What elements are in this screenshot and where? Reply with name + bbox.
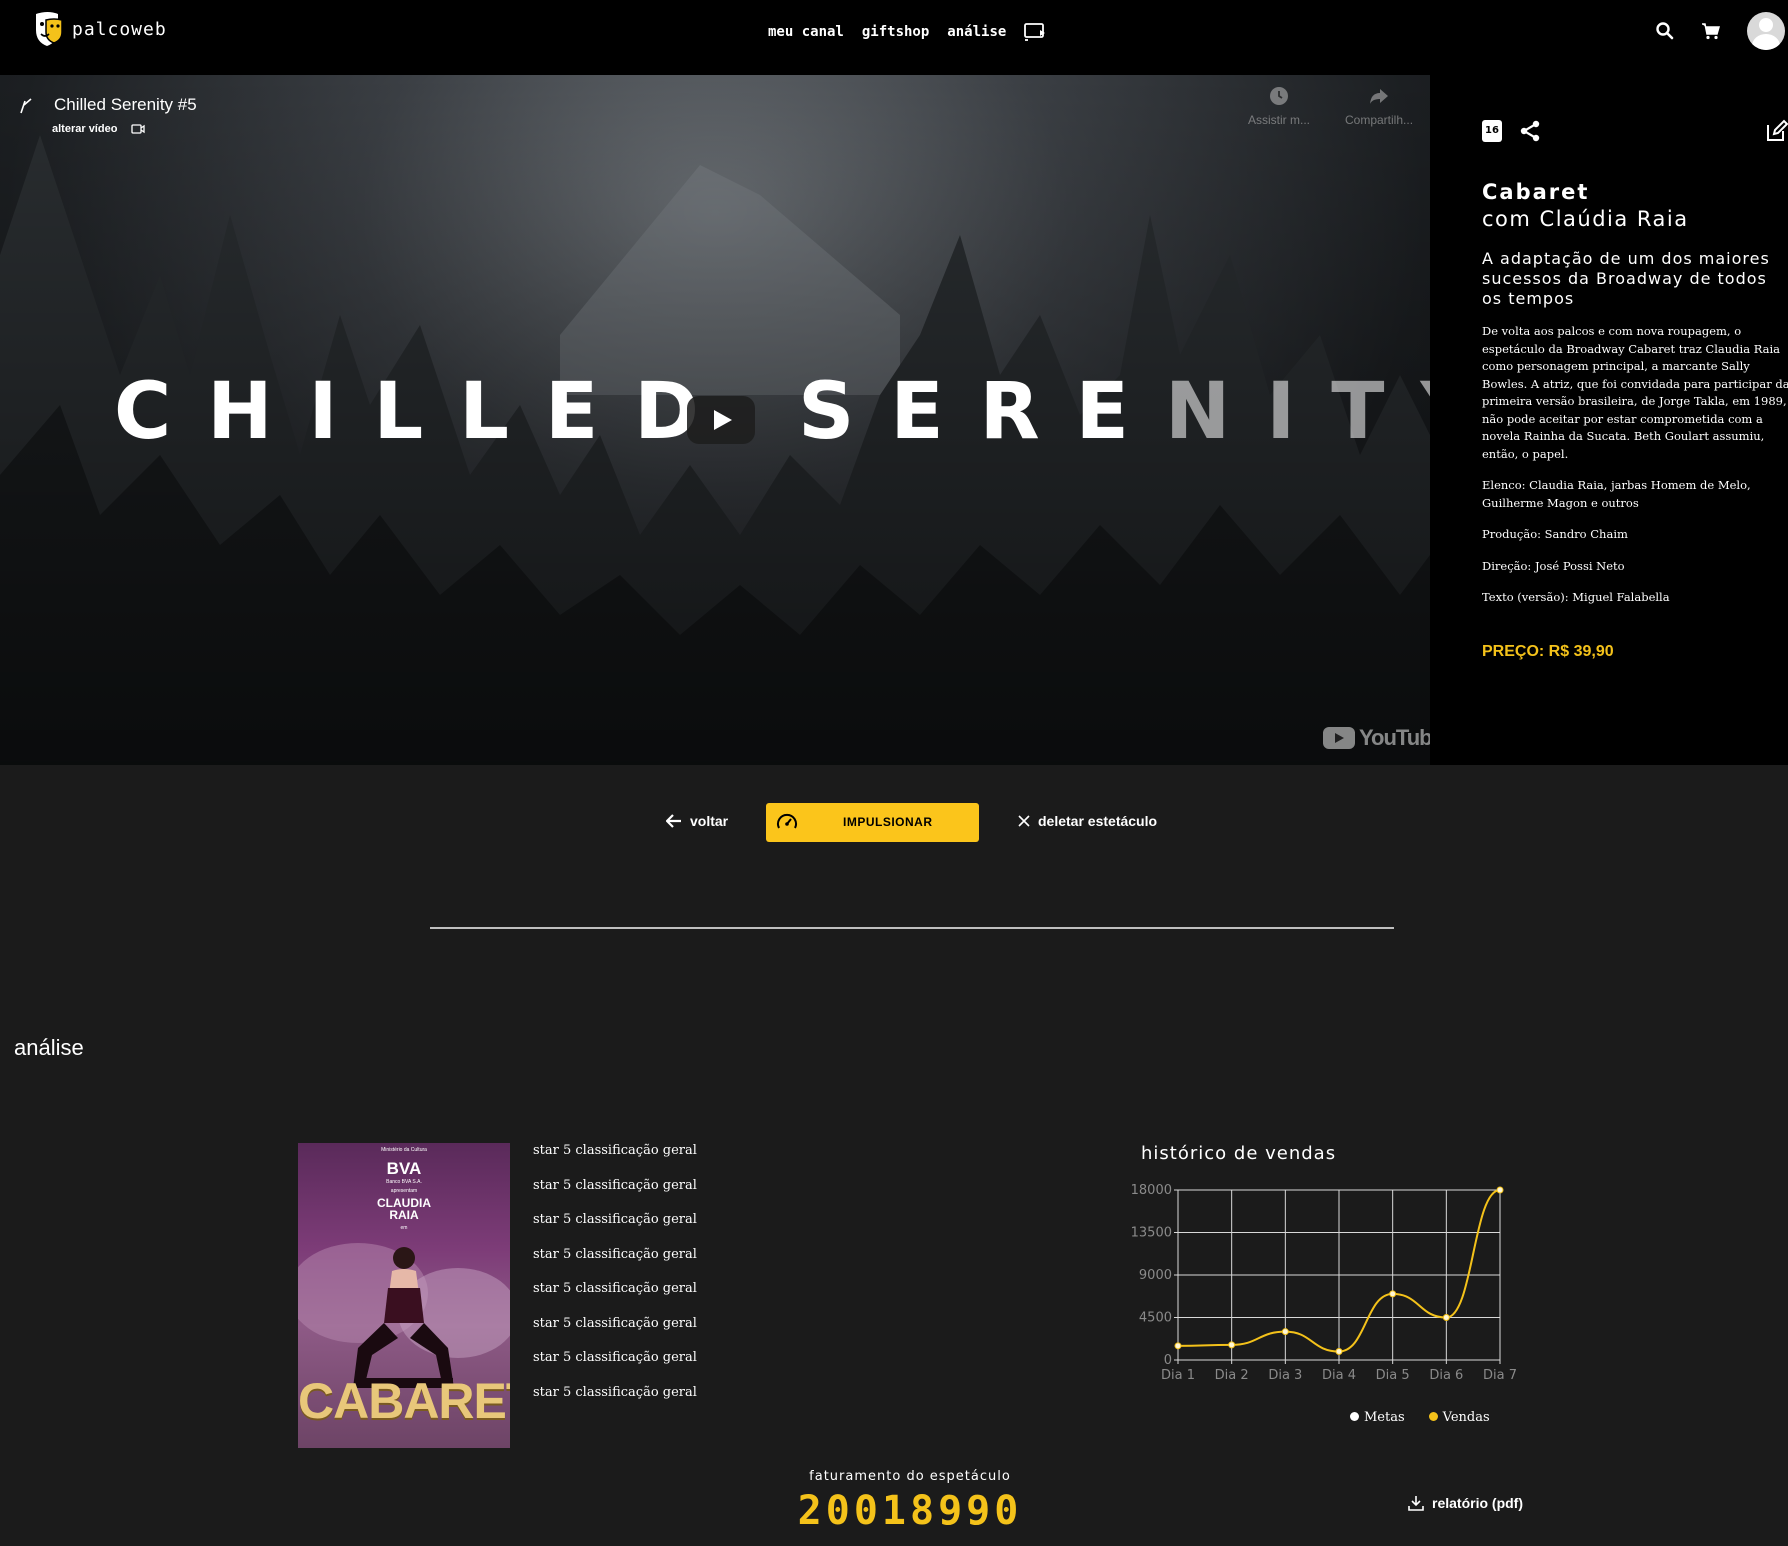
age-rating-badge: 16 [1482,120,1502,142]
x-tick-label: Dia 6 [1429,1368,1463,1383]
delete-label: deletar estetáculo [1038,813,1158,829]
price: PREÇO: R$ 39,90 [1482,643,1614,660]
cart-icon[interactable] [1701,21,1721,41]
data-point-vendas [1442,1314,1450,1321]
direction-text: Direção: José Possi Neto [1482,558,1625,573]
data-point-vendas [1281,1328,1289,1336]
revenue-label: faturamento do espetáculo [809,1469,1011,1484]
video-camera-icon[interactable] [131,123,145,135]
show-description: De volta aos palcos e com nova roupagem,… [1482,323,1788,621]
search-icon[interactable] [1655,21,1675,41]
watch-later-label: Assistir m... [1248,113,1310,127]
clock-icon [1270,87,1288,105]
delete-show-button[interactable]: deletar estetáculo [1018,813,1157,829]
close-icon [1018,815,1030,827]
rating-item: star 5 classificação geral [533,1350,697,1365]
share-arrow-icon [1370,89,1389,104]
data-point-vendas [1174,1342,1182,1350]
avatar[interactable] [1747,12,1785,50]
y-tick-label: 4500 [1139,1311,1172,1326]
data-point-vendas [1496,1186,1504,1194]
arrow-left-icon [666,814,681,828]
x-tick-label: Dia 5 [1376,1368,1410,1383]
analysis-section-title: análise [14,1035,84,1060]
channel-logo-icon [20,98,32,114]
overlay-word-1: CHILLED [114,367,735,457]
video-title[interactable]: Chilled Serenity #5 [54,95,197,115]
report-label: relatório (pdf) [1432,1495,1523,1511]
nav-link-giftshop[interactable]: giftshop [862,24,929,40]
rating-item: star 5 classificação geral [533,1246,697,1262]
legend-label-vendas: Vendas [1442,1410,1490,1425]
share-video-label: Compartilh... [1345,113,1414,127]
download-icon [1408,1496,1424,1511]
youtube-wordmark: YouTube [1359,725,1430,750]
video-player[interactable]: Chilled Serenity #5 alterar vídeo Assist… [0,75,1430,765]
rating-item: star 5 classificação geral [533,1177,697,1193]
chart-title: histórico de vendas [1141,1143,1337,1164]
brand-name: palcoweb [72,18,167,40]
edit-icon[interactable] [1764,119,1788,143]
show-title: Cabaret [1482,180,1590,204]
nav-link-analise[interactable]: análise [947,24,1006,40]
data-point-vendas [1389,1290,1397,1298]
rating-item: star 5 classificação geral [533,1212,697,1227]
sales-history-chart: 0 4500 9000 13500 18000 Dia 1 Dia 2 Dia 3 Dia 4 D… [1131,1183,1517,1383]
alter-video-link[interactable]: alterar vídeo [52,123,117,135]
report-pdf-button[interactable]: relatório (pdf) [1408,1495,1523,1511]
rating-item: star 5 classificação geral [533,1281,697,1296]
watch-later-button[interactable]: Assistir m... [1248,85,1310,127]
rating-item: star 5 classificação geral [533,1315,697,1331]
cast-icon[interactable] [1024,22,1046,42]
theater-mask-icon [36,12,63,46]
description-text: De volta aos palcos e com nova roupagem,… [1482,324,1788,461]
rating-item: star 5 classificação geral [533,1143,697,1158]
ratings-list: star 5 classificação geral star 5 classi… [533,1140,697,1416]
speedometer-icon [777,813,797,829]
x-tick-label: Dia 3 [1268,1368,1302,1383]
rating-item: star 5 classificação geral [533,1384,697,1400]
show-info-panel: 16 Cabaret com Claúdia Raia A adaptação … [1430,75,1788,765]
cast-text: Elenco: Claudia Raia, jarbas Homem de Me… [1482,478,1751,510]
y-tick-label: 9000 [1139,1268,1172,1283]
y-tick-label: 18000 [1131,1183,1172,1198]
show-poster: Ministério da Cultura BVA Banco BVA S.A.… [298,1143,510,1448]
overlay-word-3: NITY [1164,367,1430,457]
show-tagline: A adaptação de um dos maiores sucessos d… [1482,249,1770,308]
show-subtitle: com Claúdia Raia [1482,207,1689,231]
nav-link-meu-canal[interactable]: meu canal [768,24,844,40]
y-tick-label: 0 [1164,1353,1172,1368]
legend-item-vendas[interactable]: Vendas [1428,1410,1490,1425]
logo[interactable]: palcoweb [32,10,167,48]
script-text: Texto (versão): Miguel Falabella [1482,590,1670,604]
x-tick-label: Dia 1 [1161,1368,1195,1383]
play-button[interactable] [687,396,755,444]
legend-label-metas: Metas [1364,1410,1405,1425]
x-tick-label: Dia 7 [1483,1368,1517,1383]
youtube-logo[interactable]: YouTube [1323,725,1430,751]
youtube-play-icon [1323,727,1355,749]
boost-label: IMPULSIONAR [843,815,933,829]
x-tick-label: Dia 2 [1215,1368,1249,1383]
share-icon[interactable] [1518,119,1542,143]
poster-title: CABARET [298,1373,510,1429]
overlay-word-2: SERE [798,367,1165,457]
back-label: voltar [690,813,729,829]
legend-item-metas[interactable]: Metas [1350,1410,1405,1425]
boost-button[interactable]: IMPULSIONAR [766,803,979,842]
x-tick-label: Dia 4 [1322,1368,1356,1383]
y-tick-label: 13500 [1131,1226,1172,1241]
top-navbar: palcoweb meu canal giftshop análise [0,0,1788,75]
production-text: Produção: Sandro Chaim [1482,527,1628,541]
chart-legend: Metas Vendas [1350,1410,1490,1425]
section-divider [430,927,1394,929]
data-point-vendas [1335,1348,1343,1355]
data-point-vendas [1228,1341,1236,1349]
share-video-button[interactable]: Compartilh... [1345,85,1413,127]
back-button[interactable]: voltar [666,813,728,829]
